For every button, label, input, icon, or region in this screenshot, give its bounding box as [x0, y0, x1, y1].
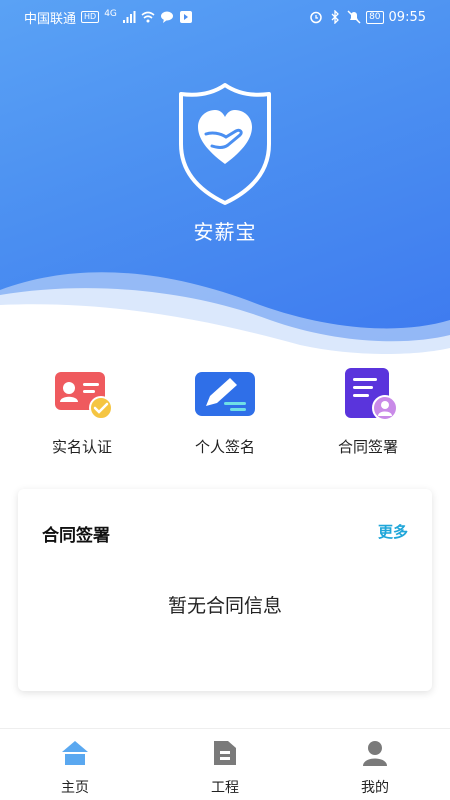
message-icon	[160, 11, 173, 23]
hero-banner: 中国联通 HD 4G 80 09:55 安薪宝	[0, 0, 450, 360]
document-user-icon	[345, 368, 398, 421]
bluetooth-icon	[331, 10, 339, 24]
quick-action-signature[interactable]: 个人签名	[165, 366, 285, 457]
contract-card: 合同签署 更多 暂无合同信息	[18, 489, 432, 691]
tab-label: 我的	[361, 780, 389, 796]
quick-action-label: 个人签名	[194, 438, 255, 456]
app-notification-icon	[179, 11, 192, 23]
battery-indicator: 80	[366, 10, 384, 24]
quick-action-label: 合同签署	[337, 438, 398, 456]
alarm-icon	[310, 11, 322, 24]
tab-mine[interactable]: 我的	[315, 739, 435, 797]
user-icon	[363, 741, 387, 766]
quick-action-label: 实名认证	[51, 438, 112, 456]
tab-home[interactable]: 主页	[15, 739, 135, 797]
mute-icon	[347, 10, 361, 24]
id-card-check-icon	[55, 372, 113, 420]
home-icon	[62, 741, 88, 765]
tab-project[interactable]: 工程	[165, 739, 285, 797]
hd-badge: HD	[81, 11, 100, 23]
status-right: 80 09:55	[309, 10, 426, 25]
pen-sign-icon	[195, 372, 255, 416]
project-folder-icon	[214, 741, 236, 765]
quick-actions: 实名认证 个人签名 合同签署	[0, 366, 450, 456]
clock: 09:55	[388, 9, 426, 25]
wifi-icon	[141, 11, 155, 23]
empty-state-text: 暂无合同信息	[167, 595, 282, 617]
more-link[interactable]: 更多	[378, 521, 408, 542]
quick-action-contract[interactable]: 合同签署	[308, 366, 428, 457]
quick-action-real-name[interactable]: 实名认证	[22, 366, 142, 457]
app-title: 安薪宝	[193, 220, 257, 244]
status-bar: 中国联通 HD 4G 80 09:55	[0, 0, 450, 34]
status-left: 中国联通 HD 4G	[24, 8, 193, 27]
signal-icon	[122, 11, 136, 23]
tab-label: 主页	[61, 780, 89, 796]
hero-wave	[0, 272, 450, 360]
shield-heart-hand-icon	[179, 83, 271, 205]
card-title: 合同签署	[42, 526, 110, 546]
tab-label: 工程	[211, 780, 239, 796]
carrier-label: 中国联通	[24, 11, 77, 27]
network-label: 4G	[104, 9, 117, 19]
bottom-tab-bar: 主页 工程 我的	[0, 728, 450, 800]
